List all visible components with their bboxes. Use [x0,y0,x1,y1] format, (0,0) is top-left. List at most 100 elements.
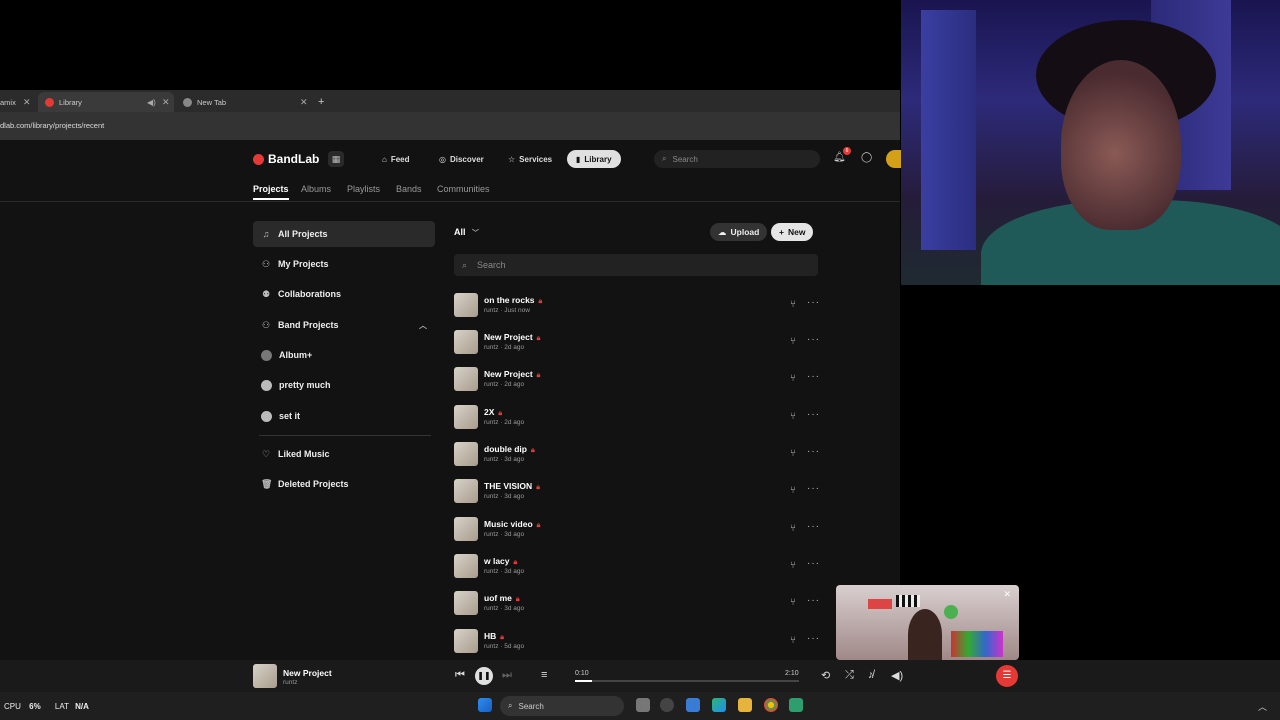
fork-icon[interactable]: ⑂ [790,448,796,459]
app-green-icon[interactable] [789,698,803,712]
fork-icon[interactable]: ⑂ [790,299,796,310]
sidebar-item-album-plus[interactable]: Album+ [253,342,435,368]
avatar[interactable] [886,150,902,168]
list-item[interactable]: on the rocks 🔒︎ runtz · Just now ⑂ ··· [454,290,820,320]
close-icon[interactable]: ✕ [300,97,308,108]
task-view-icon[interactable] [636,698,650,712]
more-icon[interactable]: ··· [807,633,820,644]
speaker-icon[interactable]: ◀) [147,98,156,107]
fork-icon[interactable]: ⑂ [790,523,796,534]
taskbar-search-label: Search [518,701,544,711]
address-bar[interactable]: dlab.com/library/projects/recent [0,112,900,140]
sidebar-item-liked-music[interactable]: ♡ Liked Music [253,441,435,467]
list-item[interactable]: Music video 🔒︎ runtz · 3d ago ⑂ ··· [454,514,820,544]
more-icon[interactable]: ··· [807,371,820,382]
project-thumbnail [454,442,478,466]
project-title: THE VISION [484,481,533,491]
shuffle-icon[interactable]: ⤮ [845,669,854,682]
project-artist: runtz [484,643,499,650]
apps-grid-button[interactable]: ▦ [328,151,344,167]
list-item[interactable]: uof me 🔒︎ runtz · 3d ago ⑂ ··· [454,588,820,618]
list-item[interactable]: THE VISION 🔒︎ runtz · 3d ago ⑂ ··· [454,476,820,506]
fork-icon[interactable]: ⑂ [790,336,796,347]
nav-label: Feed [390,154,410,164]
close-icon[interactable]: ✕ [23,97,31,108]
more-icon[interactable]: ··· [807,483,820,494]
tab-communities[interactable]: Communities [437,184,490,194]
new-tab-button[interactable]: + [318,92,332,112]
browser-tab-library[interactable]: Library ◀) ✕ [38,92,174,112]
more-icon[interactable]: ··· [807,297,820,308]
star-icon: ☆ [508,154,516,164]
nav-library[interactable]: ▮ Library [567,150,621,168]
store-icon[interactable] [686,698,700,712]
more-icon[interactable]: ··· [807,558,820,569]
fork-icon[interactable]: ⑂ [790,485,796,496]
more-icon[interactable]: ··· [807,595,820,606]
sidebar-item-all-projects[interactable]: ♫ All Projects [253,221,435,247]
list-item[interactable]: HB 🔒︎ runtz · 5d ago ⑂ ··· [454,626,820,656]
sidebar-item-my-projects[interactable]: ⚇ My Projects [253,251,435,277]
top-search-input[interactable]: ⌕ Search [654,150,820,168]
close-icon[interactable]: ✕ [1003,589,1011,600]
chevron-up-icon[interactable]: ︿ [419,320,427,331]
nav-services[interactable]: ☆ Services [508,150,552,168]
mix-editor-button[interactable]: ☰ [996,665,1018,687]
fork-icon[interactable]: ⑂ [790,411,796,422]
mini-video-player[interactable]: ✕ [836,585,1019,660]
progress-bar[interactable] [575,680,799,682]
previous-icon[interactable]: ⏮ [455,669,465,682]
project-artist: runtz [484,456,499,463]
chat-icon[interactable]: ◯ [861,152,872,163]
tab-bands[interactable]: Bands [396,184,422,194]
sidebar-item-collaborations[interactable]: ⚉ Collaborations [253,281,435,307]
next-icon[interactable]: ⏭ [502,669,512,682]
list-item[interactable]: w lacy 🔒︎ runtz · 3d ago ⑂ ··· [454,551,820,581]
bandlab-logo[interactable]: BandLab [253,152,319,166]
fork-icon[interactable]: ⑂ [790,597,796,608]
more-icon[interactable]: ··· [807,409,820,420]
nav-feed[interactable]: ⌂ Feed [382,150,410,168]
project-time: 2d ago [504,344,525,351]
nav-discover[interactable]: ◎ Discover [439,150,484,168]
more-icon[interactable]: ··· [807,521,820,532]
taskbar-search[interactable]: ⌕ Search [500,696,624,716]
project-title-line: New Project 🔒︎ [484,332,540,343]
upload-button[interactable]: ☁ Upload [710,223,768,241]
close-icon[interactable]: ✕ [162,97,170,108]
more-icon[interactable]: ··· [807,334,820,345]
list-item[interactable]: 2X 🔒︎ runtz · 2d ago ⑂ ··· [454,402,820,432]
fork-icon[interactable]: ⑂ [790,373,796,384]
tab-projects[interactable]: Projects [253,184,289,200]
fork-icon[interactable]: ⑂ [790,635,796,646]
list-item[interactable]: New Project 🔒︎ runtz · 2d ago ⑂ ··· [454,364,820,394]
tab-albums[interactable]: Albums [301,184,331,194]
pause-button[interactable]: ❚❚ [475,667,493,685]
chevron-up-icon[interactable]: ︿ [1258,700,1267,713]
sidebar-item-pretty-much[interactable]: pretty much [253,372,435,398]
list-item[interactable]: double dip 🔒︎ runtz · 3d ago ⑂ ··· [454,439,820,469]
more-icon[interactable]: ··· [807,446,820,457]
fork-icon[interactable]: ⑂ [790,560,796,571]
chrome-icon[interactable] [764,698,778,712]
sidebar-item-set-it[interactable]: set it [253,403,435,429]
repeat-icon[interactable]: ⟲ [821,669,830,682]
project-thumbnail [454,629,478,653]
queue-icon[interactable]: ≡ [541,669,547,681]
volume-icon[interactable]: ◀) [891,669,903,682]
projects-search-input[interactable]: ⌕ Search [454,254,818,276]
list-item[interactable]: New Project 🔒︎ runtz · 2d ago ⑂ ··· [454,327,820,357]
tab-playlists[interactable]: Playlists [347,184,380,194]
new-project-button[interactable]: + New [771,223,814,241]
app-4k-icon[interactable] [660,698,674,712]
mute-icon[interactable]: ♪̸ [868,669,874,681]
browser-tab-partial[interactable]: amix ✕ [0,92,40,112]
windows-start-icon[interactable] [478,698,492,712]
sidebar-item-band-projects[interactable]: ⚇ Band Projects ︿ [253,312,435,338]
file-explorer-icon[interactable] [738,698,752,712]
filter-dropdown[interactable]: All ﹀ [454,227,479,238]
browser-tab-new[interactable]: New Tab ✕ [176,92,312,112]
edge-icon[interactable] [712,698,726,712]
project-artist: runtz [484,531,499,538]
sidebar-item-deleted-projects[interactable]: 🗑︎ Deleted Projects [253,471,435,497]
